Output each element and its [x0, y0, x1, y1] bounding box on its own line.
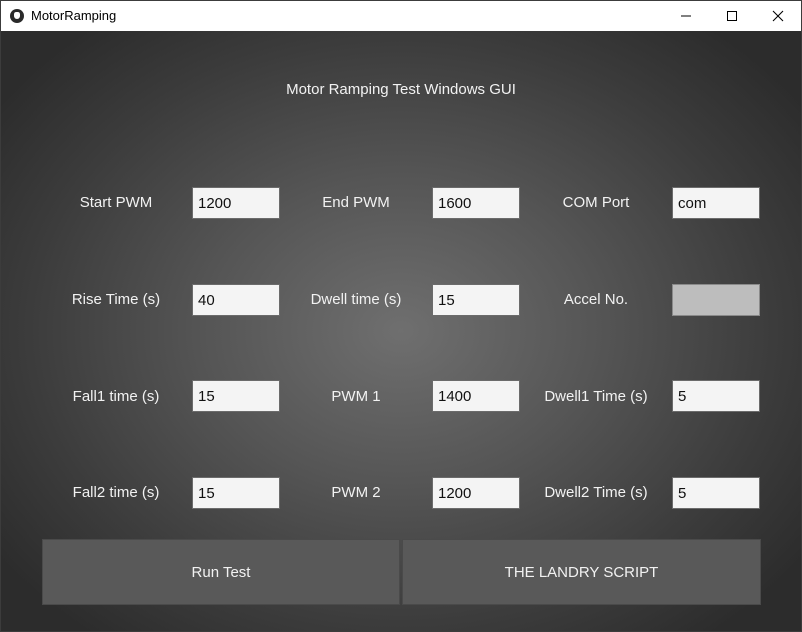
pwm1-label: PWM 1	[331, 388, 381, 405]
dwell1-time-input[interactable]	[672, 380, 760, 412]
dwell-time-label: Dwell time (s)	[310, 291, 402, 308]
fall2-time-input[interactable]	[192, 477, 280, 509]
fall2-time-label: Fall2 time (s)	[72, 484, 160, 501]
title-bar[interactable]: MotorRamping	[1, 1, 801, 31]
rise-time-input[interactable]	[192, 284, 280, 316]
fall1-time-input[interactable]	[192, 380, 280, 412]
pwm2-input[interactable]	[432, 477, 520, 509]
landry-script-button[interactable]: THE LANDRY SCRIPT	[402, 539, 761, 605]
pwm1-input[interactable]	[432, 380, 520, 412]
start-pwm-label: Start PWM	[79, 194, 153, 211]
fall1-time-label: Fall1 time (s)	[72, 388, 160, 405]
rise-time-label: Rise Time (s)	[71, 291, 161, 308]
com-port-input[interactable]	[672, 187, 760, 219]
run-test-button[interactable]: Run Test	[42, 539, 400, 605]
dwell-time-input[interactable]	[432, 284, 520, 316]
com-port-label: COM Port	[562, 194, 630, 211]
close-icon	[772, 10, 784, 22]
end-pwm-input[interactable]	[432, 187, 520, 219]
end-pwm-label: End PWM	[322, 194, 390, 211]
window-title: MotorRamping	[31, 8, 117, 23]
maximize-icon	[727, 11, 737, 21]
accel-no-field	[672, 284, 760, 316]
close-button[interactable]	[755, 1, 801, 31]
app-window: MotorRamping Motor Ramping Test Windows …	[0, 0, 802, 632]
dwell1-time-label: Dwell1 Time (s)	[544, 388, 648, 405]
minimize-icon	[681, 15, 691, 17]
main-panel: Motor Ramping Test Windows GUI Start PWM…	[1, 31, 801, 631]
maximize-button[interactable]	[709, 1, 755, 31]
app-icon	[10, 9, 24, 23]
dwell2-time-input[interactable]	[672, 477, 760, 509]
dwell2-time-label: Dwell2 Time (s)	[544, 484, 648, 501]
start-pwm-input[interactable]	[192, 187, 280, 219]
minimize-button[interactable]	[663, 1, 709, 31]
accel-no-label: Accel No.	[563, 291, 629, 308]
page-title: Motor Ramping Test Windows GUI	[286, 81, 516, 98]
pwm2-label: PWM 2	[331, 484, 381, 501]
